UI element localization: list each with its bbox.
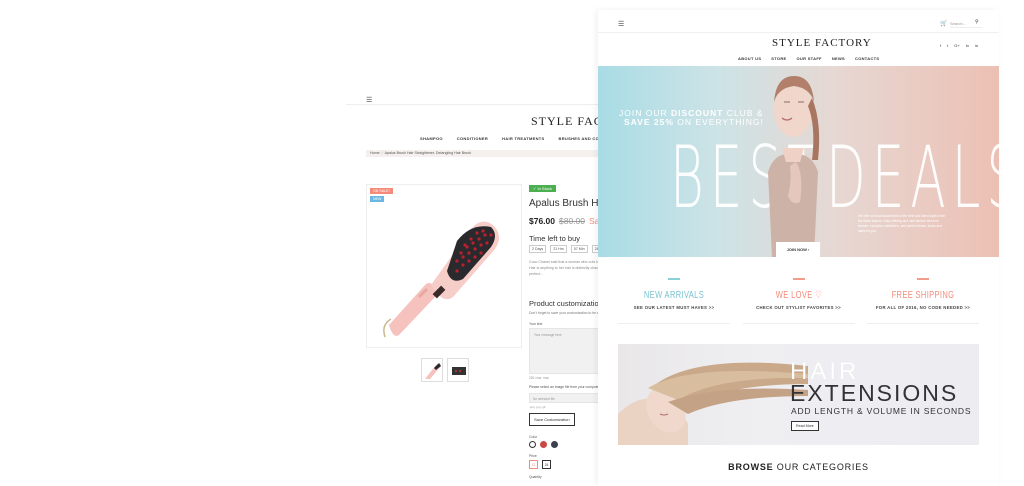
feature-row: NEW ARRIVALS SEE OUR LATEST MUST HAVES >… [618, 278, 979, 324]
old-price: $80.00 [559, 216, 585, 226]
hamburger-menu-icon[interactable]: ☰ [618, 20, 624, 28]
menu-item-conditioner[interactable]: CONDITIONER [457, 136, 488, 141]
hero-blurb: We offer a broad assortment of the best … [858, 214, 946, 233]
size-options: 12 24 [529, 460, 551, 469]
hero-model-image [768, 76, 820, 257]
feature-accent-bar [792, 278, 805, 280]
thumbnail-2[interactable] [447, 358, 469, 382]
image-file-label: Please select an image file from your co… [529, 385, 600, 389]
your-text-label: Your text [529, 322, 543, 326]
linkedin-icon[interactable]: in [966, 43, 969, 48]
in-stock-label: In Stock [537, 186, 552, 191]
color-swatch-navy[interactable] [551, 441, 558, 448]
on-sale-badge: ON SALE! [370, 188, 393, 194]
feature-title: WE LOVE [775, 290, 813, 301]
promo-line-2: SAVE 25% ON EVERYTHING! [624, 117, 764, 127]
hair-banner-tagline: ADD LENGTH & VOLUME IN SECONDS [791, 406, 972, 416]
feature-accent-bar [668, 278, 680, 280]
menu-item-store[interactable]: STORE [771, 56, 786, 61]
hair-model-image [618, 362, 808, 445]
social-links: f t G+ in in [940, 43, 978, 48]
browse-rest: OUR CATEGORIES [773, 462, 869, 472]
site-logo[interactable]: STYLE FACTORY [772, 37, 872, 49]
google-plus-icon[interactable]: G+ [954, 43, 959, 48]
thumbnail-1[interactable] [421, 358, 443, 382]
in-stock-badge: ✓ In Stock [529, 185, 556, 192]
quantity-label: Quantity [529, 475, 542, 479]
hero-word-deals: DEALS [826, 128, 999, 228]
feature-we-love[interactable]: WE LOVE ♡ CHECK OUT STYLIST FAVORITES >> [742, 278, 855, 324]
menu-item-our-staff[interactable]: OUR STAFF [797, 56, 822, 61]
twitter-icon[interactable]: t [947, 43, 948, 48]
product-image-frame[interactable] [366, 184, 522, 348]
feature-subtitle: FOR ALL OF 2016, NO CODE NEEDED >> [875, 305, 971, 310]
join-now-label: JOIN NOW [786, 247, 807, 252]
file-input[interactable]: No selected file [529, 393, 609, 403]
menu-item-news[interactable]: NEWS [832, 56, 845, 61]
feature-free-shipping[interactable]: FREE SHIPPING FOR ALL OF 2016, NO CODE N… [867, 278, 979, 324]
color-swatches [529, 441, 558, 448]
promo-save-text: SAVE 25% [624, 117, 674, 127]
menu-item-about-us[interactable]: ABOUT US [738, 56, 761, 61]
instagram-icon[interactable]: in [975, 43, 978, 48]
homepage-window: ☰ 🛒 Search... ⚲ STYLE FACTORY f t G+ in … [598, 10, 999, 486]
current-price: $76.00 [529, 216, 555, 226]
hair-extensions-banner: HAIR EXTENSIONS ADD LENGTH & VOLUME IN S… [618, 344, 979, 445]
price-block: $76.00 $80.00 Sa [529, 216, 599, 226]
feature-accent-bar [917, 278, 929, 280]
screenshot-stage: ☰ STYLE FACTORY SHAMPOO CONDITIONER HAIR… [0, 0, 1024, 486]
size-option-24[interactable]: 24 [542, 460, 551, 469]
color-swatch-red[interactable] [540, 441, 547, 448]
join-now-button[interactable]: JOIN NOW › [776, 242, 820, 257]
menu-item-contacts[interactable]: CONTACTS [855, 56, 879, 61]
color-swatch-white[interactable] [529, 441, 536, 448]
feature-new-arrivals[interactable]: NEW ARRIVALS SEE OUR LATEST MUST HAVES >… [618, 278, 730, 324]
product-thumbnails [421, 358, 469, 382]
breadcrumb-current: Apalus Brush Hair Straightener, Detangli… [384, 151, 472, 155]
customization-heading: Product customization [529, 299, 603, 308]
heart-icon: ♡ [814, 290, 822, 301]
color-label: Color [529, 435, 538, 439]
countdown-timer: 2 Days 21 Hrs 57 Min 28 Sec [529, 245, 609, 253]
hair-brush-image [383, 221, 499, 338]
breadcrumb-home[interactable]: Home [370, 151, 380, 155]
feature-title-wrap: WE LOVE ♡ [757, 290, 841, 301]
timer-days: 2 Days [529, 245, 547, 253]
promo-everything-text: ON EVERYTHING! [673, 117, 764, 127]
hamburger-menu-icon[interactable]: ☰ [366, 96, 372, 104]
main-menu: ABOUT US STORE OUR STAFF NEWS CONTACTS [738, 56, 879, 61]
timer-hours: 21 Hrs [550, 245, 567, 253]
time-left-heading: Time left to buy [529, 234, 580, 243]
facebook-icon[interactable]: f [940, 43, 941, 48]
browse-categories-heading: BROWSE OUR CATEGORIES [598, 462, 999, 472]
feature-subtitle: SEE OUR LATEST MUST HAVES >> [633, 305, 715, 310]
max-chars-note: 250 char. max [529, 376, 550, 380]
file-types-note: .png .jpg .gif [529, 405, 546, 409]
feature-title: NEW ARRIVALS [643, 290, 705, 301]
new-badge: NEW [370, 196, 385, 202]
read-more-button[interactable]: Read More [791, 421, 819, 431]
feature-title: FREE SHIPPING [891, 290, 955, 301]
browse-bold: BROWSE [728, 462, 774, 472]
hair-banner-subtitle: EXTENSIONS [790, 380, 959, 406]
your-text-input[interactable]: Your message here [529, 328, 609, 374]
cart-icon[interactable]: 🛒 [940, 20, 947, 27]
feature-subtitle: CHECK OUT STYLIST FAVORITES >> [756, 305, 841, 310]
search-icon[interactable]: ⚲ [975, 19, 979, 25]
save-customization-button[interactable]: Save Customization [529, 413, 575, 426]
size-label: Price [529, 454, 537, 458]
timer-minutes: 57 Min [570, 245, 588, 253]
menu-item-hair-treatments[interactable]: HAIR TREATMENTS [502, 136, 544, 141]
arrow-right-icon: › [808, 247, 810, 252]
hero-banner: BEST DEALS JOIN OUR DISCOUNT CLUB & SAVE… [598, 66, 999, 257]
size-option-12[interactable]: 12 [529, 460, 538, 469]
menu-item-shampoo[interactable]: SHAMPOO [420, 136, 443, 141]
breadcrumb-separator: / [381, 151, 383, 155]
header-divider [598, 32, 999, 33]
